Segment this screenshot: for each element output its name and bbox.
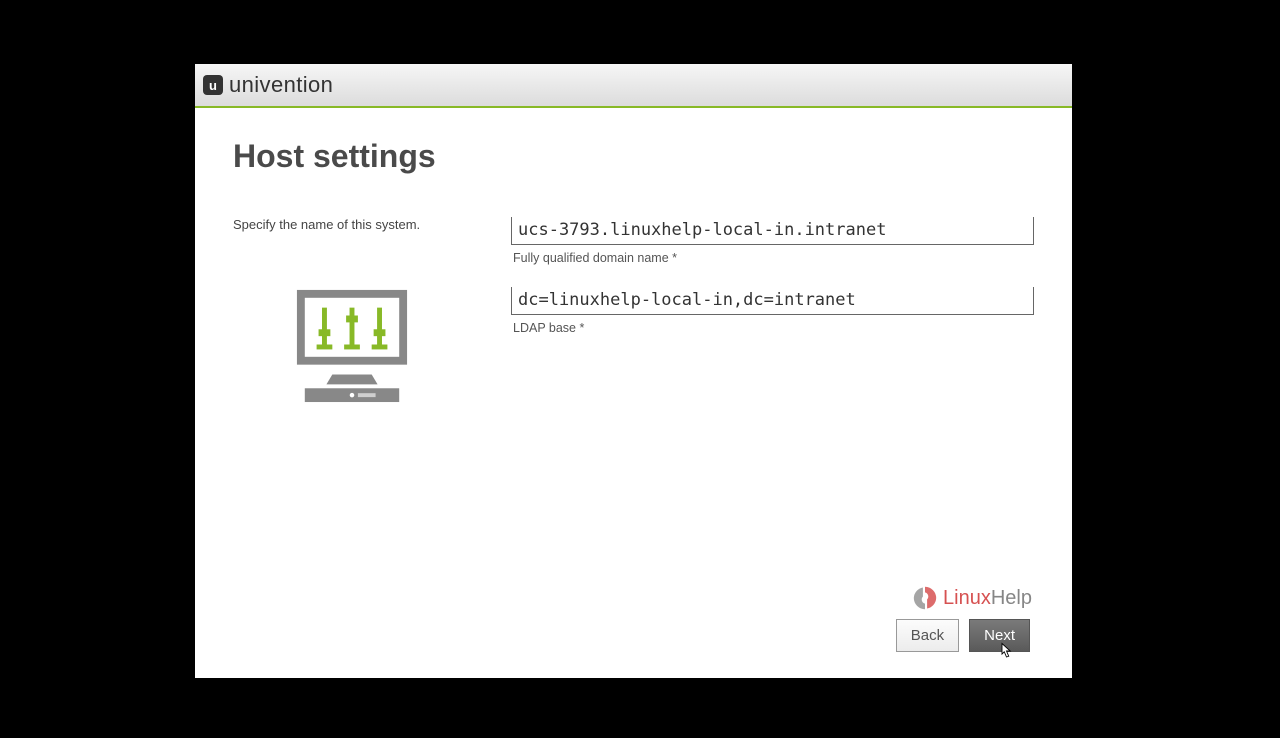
form-row: Specify the name of this system. <box>233 217 1034 409</box>
ldap-base-input[interactable] <box>511 287 1034 315</box>
left-column: Specify the name of this system. <box>233 217 511 409</box>
cursor-pointer-icon <box>996 642 1014 660</box>
settings-monitor-icon <box>293 286 411 409</box>
fqdn-input[interactable] <box>511 217 1034 245</box>
prompt-text: Specify the name of this system. <box>233 217 491 232</box>
page-title: Host settings <box>233 138 1034 175</box>
content-area: Host settings Specify the name of this s… <box>195 108 1072 678</box>
back-button[interactable]: Back <box>896 619 959 652</box>
fqdn-label: Fully qualified domain name * <box>511 251 1034 265</box>
ldap-base-label: LDAP base * <box>511 321 1034 335</box>
field-block-ldap: LDAP base * <box>511 287 1034 335</box>
linuxhelp-watermark: LinuxHelp <box>911 584 1032 612</box>
header-bar: u univention <box>195 64 1072 108</box>
watermark-text: LinuxHelp <box>943 587 1032 610</box>
field-block-fqdn: Fully qualified domain name * <box>511 217 1034 265</box>
univention-logo-icon: u <box>203 75 223 95</box>
right-column: Fully qualified domain name * LDAP base … <box>511 217 1034 409</box>
linuxhelp-logo-icon <box>911 584 939 612</box>
brand-text: univention <box>229 72 333 98</box>
installer-window: u univention Host settings Specify the n… <box>195 64 1072 678</box>
